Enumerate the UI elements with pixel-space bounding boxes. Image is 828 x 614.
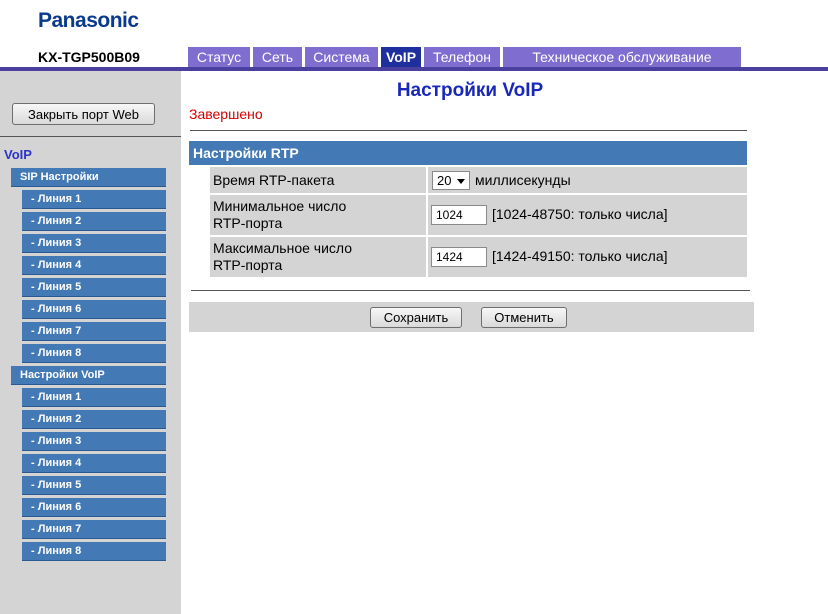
max-rtp-port-label-line2: RTP-порта: [213, 257, 283, 273]
chevron-down-icon: [457, 179, 465, 184]
panel-title: Настройки RTP: [189, 141, 747, 165]
tab-status[interactable]: Статус: [188, 47, 250, 67]
sidebar-group-sip-settings[interactable]: SIP Настройки: [11, 168, 166, 187]
sidebar-divider: [0, 136, 181, 137]
tab-phone[interactable]: Телефон: [424, 47, 500, 67]
min-rtp-port-label-line1: Минимальное число: [213, 198, 347, 214]
max-rtp-port-input[interactable]: 1424: [431, 247, 487, 267]
rtp-packet-time-label: Время RTP-пакета: [210, 167, 426, 193]
sidebar-item-voip-line-3[interactable]: - Линия 3: [22, 432, 166, 451]
content-divider-bottom: [191, 290, 750, 291]
min-rtp-port-cell: 1024 [1024-48750: только числа]: [428, 195, 747, 235]
sidebar-item-sip-line-3[interactable]: - Линия 3: [22, 234, 166, 253]
sidebar-section-voip[interactable]: VoIP: [4, 147, 32, 162]
max-rtp-port-hint: [1424-49150: только числа]: [492, 248, 668, 264]
content-divider-top: [190, 130, 747, 131]
max-rtp-port-cell: 1424 [1424-49150: только числа]: [428, 237, 747, 277]
model-name: KX-TGP500B09: [38, 49, 140, 65]
status-message: Завершено: [189, 106, 263, 122]
sidebar-item-voip-line-1[interactable]: - Линия 1: [22, 388, 166, 407]
page-title: Настройки VoIP: [396, 80, 544, 101]
sidebar-item-sip-line-5[interactable]: - Линия 5: [22, 278, 166, 297]
sidebar-item-sip-line-6[interactable]: - Линия 6: [22, 300, 166, 319]
sidebar-item-sip-line-2[interactable]: - Линия 2: [22, 212, 166, 231]
rtp-packet-time-unit: миллисекунды: [475, 172, 571, 188]
max-rtp-port-label-line1: Максимальное число: [213, 240, 353, 256]
rtp-packet-time-cell: 20 миллисекунды: [428, 167, 747, 193]
tab-network[interactable]: Сеть: [253, 47, 302, 67]
min-rtp-port-label: Минимальное число RTP-порта: [210, 195, 426, 235]
close-web-port-button[interactable]: Закрыть порт Web: [12, 103, 155, 125]
min-rtp-port-hint: [1024-48750: только числа]: [492, 206, 668, 222]
tab-system[interactable]: Система: [305, 47, 378, 67]
sidebar-item-sip-line-1[interactable]: - Линия 1: [22, 190, 166, 209]
sidebar-item-sip-line-7[interactable]: - Линия 7: [22, 322, 166, 341]
sidebar-item-voip-line-4[interactable]: - Линия 4: [22, 454, 166, 473]
sidebar-item-voip-line-8[interactable]: - Линия 8: [22, 542, 166, 561]
sidebar-item-sip-line-8[interactable]: - Линия 8: [22, 344, 166, 363]
max-rtp-port-label: Максимальное число RTP-порта: [210, 237, 426, 277]
sidebar-item-voip-line-6[interactable]: - Линия 6: [22, 498, 166, 517]
rtp-packet-time-value: 20: [437, 173, 452, 188]
save-button[interactable]: Сохранить: [370, 307, 462, 328]
sidebar-item-voip-line-2[interactable]: - Линия 2: [22, 410, 166, 429]
rtp-packet-time-select[interactable]: 20: [432, 171, 470, 190]
tab-voip[interactable]: VoIP: [381, 47, 421, 67]
sidebar-group-voip-settings[interactable]: Настройки VoIP: [11, 366, 166, 385]
action-bar: Сохранить Отменить: [189, 302, 754, 332]
tab-maintenance[interactable]: Техническое обслуживание: [503, 47, 741, 67]
sidebar-item-voip-line-7[interactable]: - Линия 7: [22, 520, 166, 539]
brand-logo: Panasonic: [38, 9, 139, 32]
min-rtp-port-label-line2: RTP-порта: [213, 215, 283, 231]
min-rtp-port-input[interactable]: 1024: [431, 205, 487, 225]
sidebar-item-voip-line-5[interactable]: - Линия 5: [22, 476, 166, 495]
cancel-button[interactable]: Отменить: [481, 307, 567, 328]
sidebar-item-sip-line-4[interactable]: - Линия 4: [22, 256, 166, 275]
